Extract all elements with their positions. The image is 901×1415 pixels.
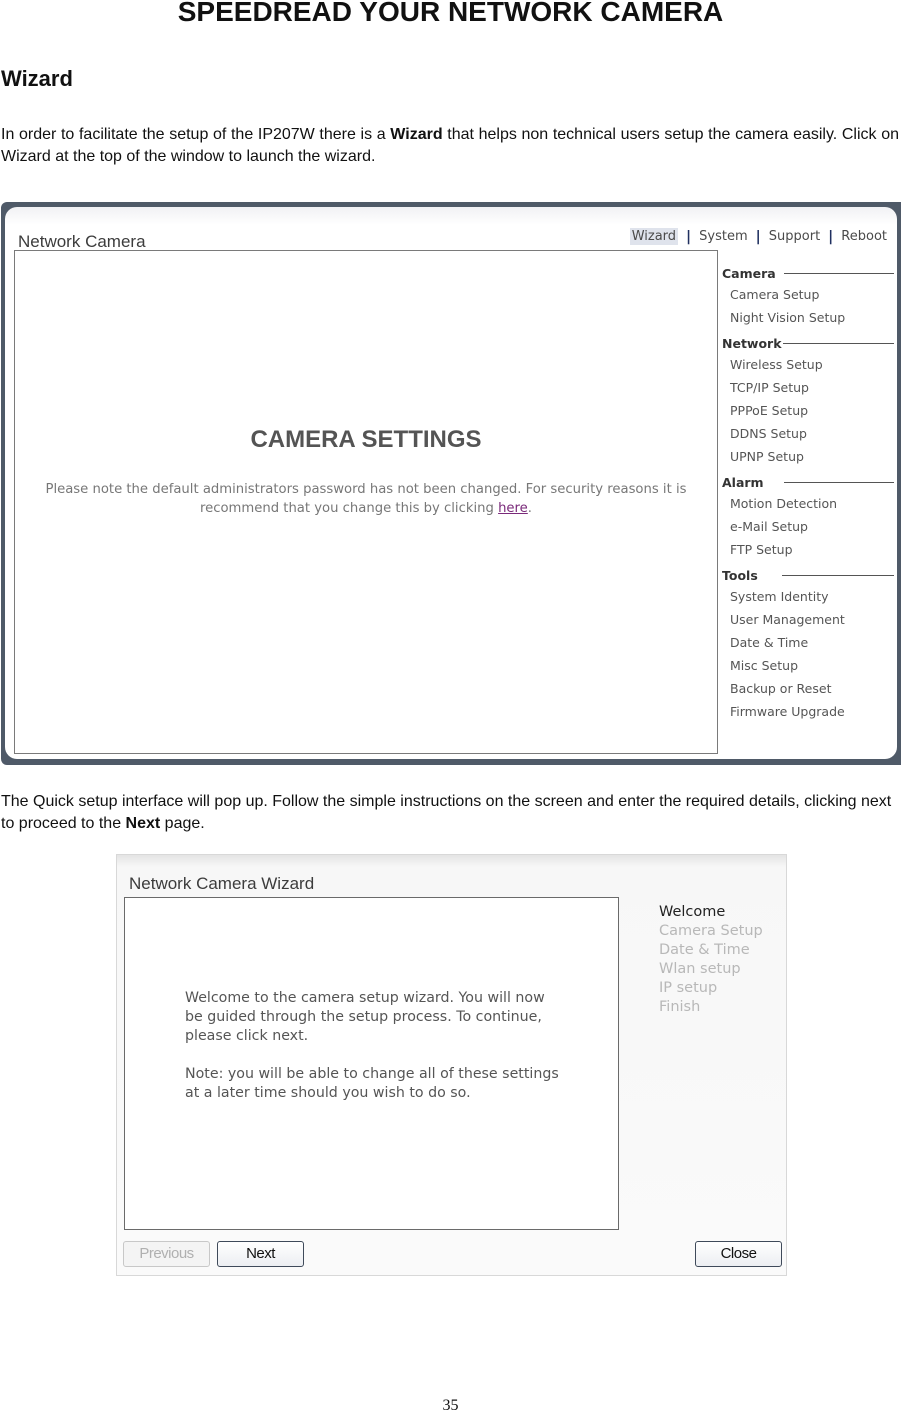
sidebar-item-wireless-setup[interactable]: Wireless Setup <box>722 353 894 376</box>
sidebar-group-network: Network Wireless Setup TCP/IP Setup PPPo… <box>722 333 894 468</box>
sidebar-item-upnp-setup[interactable]: UPNP Setup <box>722 445 894 468</box>
sidebar-item-night-vision-setup[interactable]: Night Vision Setup <box>722 306 894 329</box>
previous-button[interactable]: Previous <box>123 1241 210 1267</box>
settings-sidebar: Camera Camera Setup Night Vision Setup N… <box>722 263 894 723</box>
nav-system[interactable]: System <box>699 229 747 244</box>
intro-text-before: In order to facilitate the setup of the … <box>1 126 391 143</box>
nav-reboot[interactable]: Reboot <box>841 229 887 244</box>
divider <box>782 342 894 344</box>
sidebar-item-ddns-setup[interactable]: DDNS Setup <box>722 422 894 445</box>
wizard-content-panel: Welcome to the camera setup wizard. You … <box>124 897 619 1230</box>
close-button[interactable]: Close <box>695 1241 782 1267</box>
sidebar-item-user-management[interactable]: User Management <box>722 608 894 631</box>
sidebar-item-pppoe-setup[interactable]: PPPoE Setup <box>722 399 894 422</box>
next-button[interactable]: Next <box>217 1241 304 1267</box>
camera-window: Network Camera Wizard | System | Support… <box>5 207 897 759</box>
sidebar-item-ftp-setup[interactable]: FTP Setup <box>722 538 894 561</box>
document-title: SPEEDREAD YOUR NETWORK CAMERA <box>177 0 724 27</box>
divider <box>783 481 894 483</box>
quick-setup-text-bold: Next <box>125 815 161 832</box>
sidebar-heading-alarm: Alarm <box>722 472 894 492</box>
wizard-step-camera-setup: Camera Setup <box>659 923 763 939</box>
notice-end: . <box>527 501 532 516</box>
camera-settings-heading: CAMERA SETTINGS <box>250 426 482 453</box>
sidebar-item-camera-setup[interactable]: Camera Setup <box>722 283 894 306</box>
wizard-screenshot: Network Camera Wizard Welcome to the cam… <box>116 854 787 1276</box>
sidebar-group-alarm: Alarm Motion Detection e-Mail Setup FTP … <box>722 472 894 561</box>
notice-text: Please note the default administrators p… <box>45 482 687 516</box>
divider <box>783 272 894 274</box>
sidebar-heading-label: Network <box>722 335 782 351</box>
wizard-welcome-text: Welcome to the camera setup wizard. You … <box>185 990 545 1044</box>
wizard-instructions: Welcome to the camera setup wizard. You … <box>185 989 565 1122</box>
sidebar-group-camera: Camera Camera Setup Night Vision Setup <box>722 263 894 329</box>
quick-setup-text-after: page. <box>160 815 205 832</box>
nav-separator: | <box>755 228 761 245</box>
sidebar-item-backup-reset[interactable]: Backup or Reset <box>722 677 894 700</box>
sidebar-item-firmware-upgrade[interactable]: Firmware Upgrade <box>722 700 894 723</box>
wizard-step-wlan-setup: Wlan setup <box>659 961 741 977</box>
wizard-step-finish: Finish <box>659 999 701 1015</box>
wizard-step-ip-setup: IP setup <box>659 980 718 996</box>
top-nav: Wizard | System | Support | Reboot <box>629 228 887 245</box>
nav-separator: | <box>828 228 834 245</box>
main-content-panel: CAMERA SETTINGS Please note the default … <box>14 250 718 754</box>
sidebar-heading-tools: Tools <box>722 565 894 585</box>
wizard-steps: Welcome Camera Setup Date & Time Wlan se… <box>659 903 763 1017</box>
sidebar-group-tools: Tools System Identity User Management Da… <box>722 565 894 723</box>
sidebar-item-motion-detection[interactable]: Motion Detection <box>722 492 894 515</box>
wizard-step-welcome: Welcome <box>659 904 726 920</box>
section-heading: Wizard <box>1 66 73 91</box>
sidebar-heading-label: Camera <box>722 265 776 281</box>
sidebar-item-misc-setup[interactable]: Misc Setup <box>722 654 894 677</box>
intro-text-bold: Wizard <box>390 126 443 143</box>
sidebar-heading-camera: Camera <box>722 263 894 283</box>
app-title: Network Camera <box>18 232 146 251</box>
password-notice: Please note the default administrators p… <box>35 480 697 518</box>
wizard-note-text: Note: you will be able to change all of … <box>185 1066 559 1101</box>
nav-support[interactable]: Support <box>769 229 820 244</box>
sidebar-heading-label: Alarm <box>722 474 764 490</box>
intro-paragraph: In order to facilitate the setup of the … <box>1 124 899 168</box>
page-number: 35 <box>442 1397 459 1414</box>
sidebar-item-email-setup[interactable]: e-Mail Setup <box>722 515 894 538</box>
divider <box>781 574 894 576</box>
sidebar-heading-network: Network <box>722 333 894 353</box>
wizard-step-date-time: Date & Time <box>659 942 750 958</box>
sidebar-item-system-identity[interactable]: System Identity <box>722 585 894 608</box>
camera-settings-screenshot: Network Camera Wizard | System | Support… <box>1 202 901 765</box>
nav-separator: | <box>686 228 692 245</box>
wizard-title: Network Camera Wizard <box>129 874 315 893</box>
sidebar-item-date-time[interactable]: Date & Time <box>722 631 894 654</box>
sidebar-heading-label: Tools <box>722 567 758 583</box>
sidebar-item-tcpip-setup[interactable]: TCP/IP Setup <box>722 376 894 399</box>
nav-wizard[interactable]: Wizard <box>629 228 679 245</box>
change-password-link[interactable]: here <box>498 501 528 516</box>
quick-setup-paragraph: The Quick setup interface will pop up. F… <box>1 791 899 835</box>
